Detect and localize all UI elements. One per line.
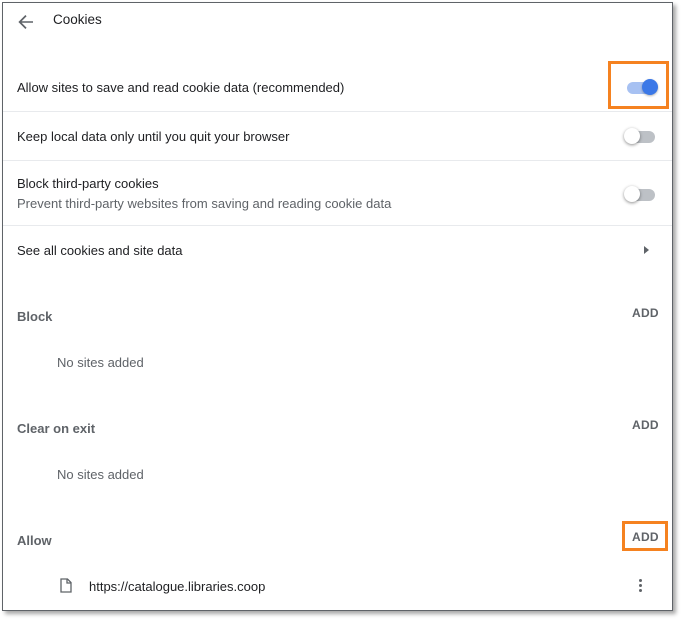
toggle-knob xyxy=(624,128,640,144)
divider xyxy=(3,111,672,112)
more-vert-icon xyxy=(638,579,642,582)
block-third-party-toggle[interactable] xyxy=(624,184,658,204)
clear-on-exit-add-button[interactable]: ADD xyxy=(632,418,659,432)
block-add-button[interactable]: ADD xyxy=(632,306,659,320)
divider xyxy=(3,225,672,226)
setting-label-allow-cookies: Allow sites to save and read cookie data… xyxy=(17,80,345,95)
arrow-back-icon xyxy=(18,15,33,29)
setting-label-keep-local-data: Keep local data only until you quit your… xyxy=(17,129,290,144)
page-title: Cookies xyxy=(53,12,102,27)
see-all-cookies-arrow[interactable] xyxy=(641,243,651,261)
cookies-settings-panel: Cookies Allow sites to save and read coo… xyxy=(2,2,673,611)
allow-add-button[interactable]: ADD xyxy=(632,530,659,544)
more-vert-icon-dot xyxy=(638,589,642,592)
allow-cookies-toggle[interactable] xyxy=(624,77,658,97)
setting-sublabel-block-third-party: Prevent third-party websites from saving… xyxy=(17,196,392,211)
allowed-site-url: https://catalogue.libraries.coop xyxy=(89,579,266,594)
clear-on-exit-empty-text: No sites added xyxy=(57,467,144,482)
keep-local-data-toggle[interactable] xyxy=(624,126,658,146)
arrow-right-icon xyxy=(644,246,649,254)
block-empty-text: No sites added xyxy=(57,355,144,370)
more-vert-icon-dot xyxy=(638,584,642,587)
section-title-allow: Allow xyxy=(17,533,52,548)
section-title-clear-on-exit: Clear on exit xyxy=(17,421,96,436)
section-title-block: Block xyxy=(17,309,53,324)
setting-label-block-third-party: Block third-party cookies xyxy=(17,176,159,191)
toggle-knob xyxy=(624,186,640,202)
toggle-knob xyxy=(642,79,658,95)
back-button[interactable] xyxy=(13,9,39,35)
divider xyxy=(3,160,672,161)
see-all-cookies-link[interactable]: See all cookies and site data xyxy=(17,243,183,258)
file-icon xyxy=(60,578,72,593)
site-file-icon xyxy=(60,578,72,598)
site-more-actions-button[interactable] xyxy=(633,577,647,597)
